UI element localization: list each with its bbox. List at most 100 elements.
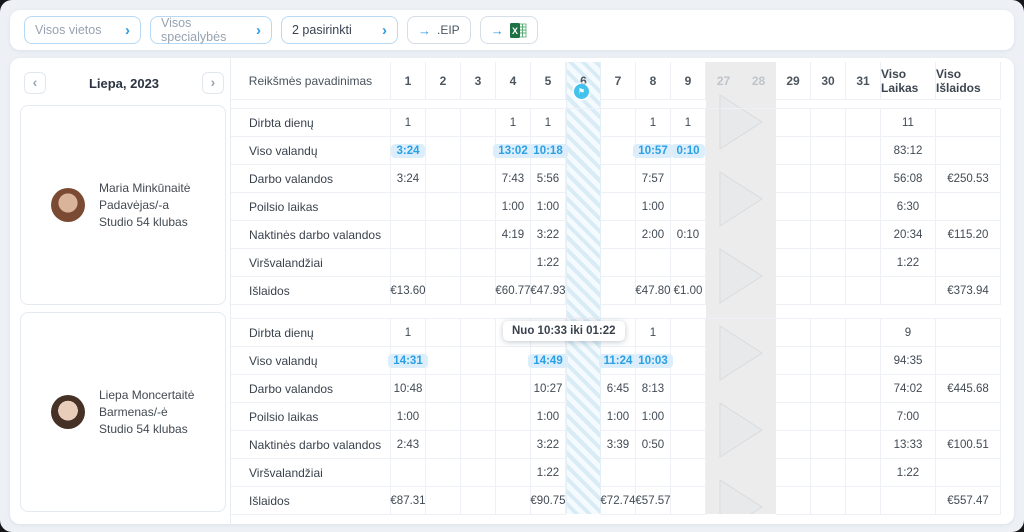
- table-cell-day-30[interactable]: [811, 277, 846, 305]
- table-cell-day-5[interactable]: 1:22: [531, 459, 566, 487]
- table-cell-day-2[interactable]: [426, 193, 461, 221]
- table-cell-day-9[interactable]: €1.00: [671, 277, 706, 305]
- table-cell-day-9[interactable]: [671, 347, 706, 375]
- table-cell-day-7[interactable]: 6:45: [601, 375, 636, 403]
- table-cell-day-5[interactable]: 1:00: [531, 193, 566, 221]
- table-cell-day-31[interactable]: [846, 165, 881, 193]
- table-cell-day-9[interactable]: 0:10: [671, 221, 706, 249]
- table-cell-day-5[interactable]: 3:22: [531, 431, 566, 459]
- table-cell-day-5[interactable]: 1: [531, 109, 566, 137]
- table-cell-day-3[interactable]: [461, 403, 496, 431]
- table-cell-day-31[interactable]: [846, 347, 881, 375]
- table-cell-day-7[interactable]: [601, 165, 636, 193]
- table-cell-day-6[interactable]: [566, 109, 601, 137]
- table-cell-day-31[interactable]: [846, 193, 881, 221]
- table-cell-day-9[interactable]: 0:10: [671, 137, 706, 165]
- table-cell-day-29[interactable]: [776, 137, 811, 165]
- table-cell-day-2[interactable]: [426, 137, 461, 165]
- table-cell-day-8[interactable]: 10:57: [636, 137, 671, 165]
- table-cell-day-30[interactable]: [811, 347, 846, 375]
- table-cell-day-2[interactable]: [426, 375, 461, 403]
- table-cell-day-1[interactable]: 14:31: [391, 347, 426, 375]
- employee-card[interactable]: Liepa Moncertaitė Barmenas/-ė Studio 54 …: [20, 312, 226, 512]
- table-cell-day-3[interactable]: [461, 347, 496, 375]
- table-cell-day-1[interactable]: 1: [391, 109, 426, 137]
- table-cell-day-8[interactable]: 1: [636, 319, 671, 347]
- table-cell-day-8[interactable]: 0:50: [636, 431, 671, 459]
- table-cell-day-30[interactable]: [811, 193, 846, 221]
- table-cell-day-5[interactable]: 14:49: [531, 347, 566, 375]
- filter-chip-1[interactable]: Visos specialybės›: [150, 16, 272, 44]
- table-cell-day-4[interactable]: [496, 487, 531, 515]
- table-cell-day-1[interactable]: 3:24: [391, 165, 426, 193]
- table-cell-day-5[interactable]: 10:27: [531, 375, 566, 403]
- table-cell-day-8[interactable]: €57.57: [636, 487, 671, 515]
- table-cell-day-1[interactable]: 1:00: [391, 403, 426, 431]
- table-cell-day-7[interactable]: 1:00: [601, 403, 636, 431]
- table-cell-day-7[interactable]: [601, 249, 636, 277]
- table-cell-day-30[interactable]: [811, 249, 846, 277]
- table-cell-day-9[interactable]: [671, 431, 706, 459]
- table-cell-day-2[interactable]: [426, 221, 461, 249]
- table-cell-day-9[interactable]: [671, 403, 706, 431]
- table-cell-day-7[interactable]: [601, 277, 636, 305]
- table-cell-day-1[interactable]: [391, 193, 426, 221]
- table-cell-day-6[interactable]: [566, 277, 601, 305]
- table-cell-day-6[interactable]: [566, 249, 601, 277]
- table-cell-day-5[interactable]: 5:56: [531, 165, 566, 193]
- table-cell-day-29[interactable]: [776, 193, 811, 221]
- table-cell-day-31[interactable]: [846, 221, 881, 249]
- table-cell-day-31[interactable]: [846, 403, 881, 431]
- table-cell-day-8[interactable]: 10:03: [636, 347, 671, 375]
- table-cell-day-3[interactable]: [461, 459, 496, 487]
- filter-chip-0[interactable]: Visos vietos›: [24, 16, 141, 44]
- table-cell-day-4[interactable]: [496, 375, 531, 403]
- table-cell-day-31[interactable]: [846, 319, 881, 347]
- table-cell-day-3[interactable]: [461, 319, 496, 347]
- table-cell-day-5[interactable]: €90.75: [531, 487, 566, 515]
- table-cell-day-29[interactable]: [776, 487, 811, 515]
- table-cell-day-30[interactable]: [811, 431, 846, 459]
- table-cell-day-2[interactable]: [426, 249, 461, 277]
- table-cell-day-3[interactable]: [461, 165, 496, 193]
- employee-card[interactable]: Maria Minkūnaitė Padavėjas/-a Studio 54 …: [20, 105, 226, 305]
- table-cell-day-6[interactable]: [566, 221, 601, 249]
- table-cell-day-30[interactable]: [811, 165, 846, 193]
- table-cell-day-1[interactable]: [391, 221, 426, 249]
- table-cell-day-6[interactable]: [566, 165, 601, 193]
- table-cell-day-8[interactable]: 7:57: [636, 165, 671, 193]
- table-cell-day-29[interactable]: [776, 431, 811, 459]
- table-cell-day-2[interactable]: [426, 165, 461, 193]
- table-cell-day-9[interactable]: [671, 165, 706, 193]
- table-cell-day-1[interactable]: 3:24: [391, 137, 426, 165]
- table-cell-day-5[interactable]: 1:00: [531, 403, 566, 431]
- table-cell-day-7[interactable]: [601, 193, 636, 221]
- table-cell-day-30[interactable]: [811, 459, 846, 487]
- table-cell-day-6[interactable]: [566, 487, 601, 515]
- table-cell-day-4[interactable]: 4:19: [496, 221, 531, 249]
- table-cell-day-4[interactable]: [496, 347, 531, 375]
- table-cell-day-8[interactable]: 1: [636, 109, 671, 137]
- table-cell-day-29[interactable]: [776, 221, 811, 249]
- table-cell-day-7[interactable]: [601, 109, 636, 137]
- table-cell-day-9[interactable]: [671, 375, 706, 403]
- table-cell-day-7[interactable]: [601, 459, 636, 487]
- table-cell-day-31[interactable]: [846, 375, 881, 403]
- table-cell-day-8[interactable]: 1:00: [636, 193, 671, 221]
- table-cell-day-2[interactable]: [426, 109, 461, 137]
- table-cell-day-31[interactable]: [846, 109, 881, 137]
- table-cell-day-9[interactable]: [671, 459, 706, 487]
- table-cell-day-30[interactable]: [811, 109, 846, 137]
- table-cell-day-9[interactable]: [671, 487, 706, 515]
- table-cell-day-8[interactable]: [636, 459, 671, 487]
- table-cell-day-1[interactable]: €13.60: [391, 277, 426, 305]
- table-cell-day-29[interactable]: [776, 347, 811, 375]
- table-cell-day-5[interactable]: 3:22: [531, 221, 566, 249]
- table-cell-day-7[interactable]: 11:24: [601, 347, 636, 375]
- table-cell-day-29[interactable]: [776, 403, 811, 431]
- table-cell-day-31[interactable]: [846, 431, 881, 459]
- table-cell-day-31[interactable]: [846, 487, 881, 515]
- table-cell-day-31[interactable]: [846, 137, 881, 165]
- table-cell-day-1[interactable]: [391, 459, 426, 487]
- table-cell-day-4[interactable]: [496, 403, 531, 431]
